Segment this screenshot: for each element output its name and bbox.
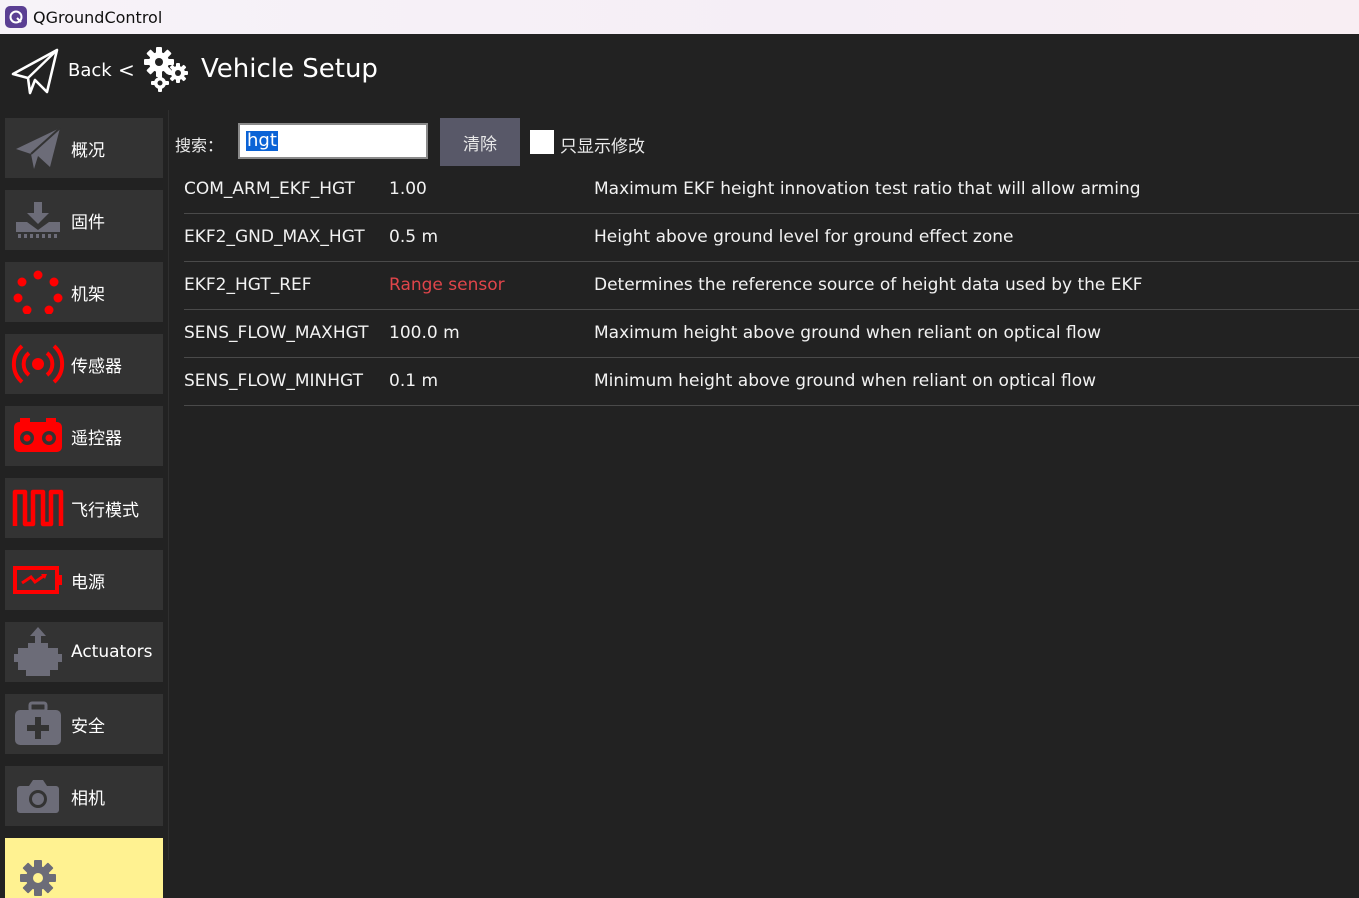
sidebar-item-parameters[interactable] <box>5 838 163 898</box>
param-value: Range sensor <box>389 275 505 295</box>
sidebar-item-power[interactable]: 电源 <box>5 550 163 610</box>
sensor-radio-icon <box>5 334 71 394</box>
param-name: EKF2_HGT_REF <box>184 275 312 295</box>
show-modified-label[interactable]: 只显示修改 <box>560 132 645 157</box>
param-name: SENS_FLOW_MINHGT <box>184 371 364 391</box>
camera-icon <box>5 766 71 826</box>
battery-icon <box>5 550 71 610</box>
gear-icon <box>5 838 71 898</box>
qgc-app-icon <box>5 6 27 28</box>
window-title: QGroundControl <box>33 7 163 27</box>
parameter-table: COM_ARM_EKF_HGT 1.00 Maximum EKF height … <box>184 166 1359 406</box>
sidebar-item-label: 概况 <box>71 140 105 161</box>
param-value: 1.00 <box>389 179 427 199</box>
breadcrumb-separator: < <box>118 58 135 82</box>
gears-icon <box>142 45 192 99</box>
param-description: Determines the reference source of heigh… <box>594 275 1143 295</box>
param-value: 0.1 m <box>389 371 438 391</box>
back-button[interactable]: Back <box>68 60 112 81</box>
table-row[interactable]: SENS_FLOW_MAXHGT 100.0 m Maximum height … <box>184 310 1359 358</box>
sidebar-item-label: 相机 <box>71 788 105 809</box>
param-name: COM_ARM_EKF_HGT <box>184 179 355 199</box>
sidebar-item-summary[interactable]: 概况 <box>5 118 163 178</box>
show-modified-checkbox[interactable] <box>530 130 554 154</box>
setup-sidebar: 概况 固件 机架 传感器 遥控器 飞行模式 电源 Actuators 安全 相机 <box>0 110 169 898</box>
airframe-dots-icon <box>5 262 71 322</box>
sidebar-item-label: 机架 <box>71 284 105 305</box>
param-value: 0.5 m <box>389 227 438 247</box>
sidebar-item-label: 电源 <box>71 572 105 593</box>
paper-plane-icon <box>5 118 71 178</box>
clear-button[interactable]: 清除 <box>440 118 520 166</box>
param-description: Minimum height above ground when reliant… <box>594 371 1097 391</box>
table-row[interactable]: EKF2_HGT_REF Range sensor Determines the… <box>184 262 1359 310</box>
table-row[interactable]: SENS_FLOW_MINHGT 0.1 m Minimum height ab… <box>184 358 1359 406</box>
download-icon <box>5 190 71 250</box>
sidebar-item-firmware[interactable]: 固件 <box>5 190 163 250</box>
sidebar-item-actuators[interactable]: Actuators <box>5 622 163 682</box>
paper-plane-icon[interactable] <box>10 47 60 101</box>
search-input-value[interactable]: hgt <box>246 131 278 151</box>
sidebar-item-flight-modes[interactable]: 飞行模式 <box>5 478 163 538</box>
sidebar-item-label: 安全 <box>71 716 105 737</box>
window-titlebar: QGroundControl <box>0 0 1359 34</box>
sidebar-item-radio[interactable]: 遥控器 <box>5 406 163 466</box>
first-aid-kit-icon <box>5 694 71 754</box>
sidebar-item-label: 飞行模式 <box>71 500 139 521</box>
param-description: Height above ground level for ground eff… <box>594 227 1014 247</box>
page-title: Vehicle Setup <box>201 54 378 84</box>
table-row[interactable]: COM_ARM_EKF_HGT 1.00 Maximum EKF height … <box>184 166 1359 214</box>
sidebar-item-label: 固件 <box>71 212 105 233</box>
sidebar-item-label: 遥控器 <box>71 428 122 449</box>
table-row[interactable]: EKF2_GND_MAX_HGT 0.5 m Height above grou… <box>184 214 1359 262</box>
sidebar-item-label: Actuators <box>71 642 153 662</box>
param-name: SENS_FLOW_MAXHGT <box>184 323 369 343</box>
sidebar-item-airframe[interactable]: 机架 <box>5 262 163 322</box>
search-label: 搜索： <box>175 136 224 155</box>
sidebar-item-sensors[interactable]: 传感器 <box>5 334 163 394</box>
remote-controller-icon <box>5 406 71 466</box>
sidebar-item-camera[interactable]: 相机 <box>5 766 163 826</box>
toolbar-header: Back < Vehicle Setup <box>0 34 1359 110</box>
flight-mode-wave-icon <box>5 478 71 538</box>
sidebar-item-safety[interactable]: 安全 <box>5 694 163 754</box>
param-description: Maximum EKF height innovation test ratio… <box>594 179 1141 199</box>
actuator-icon <box>5 622 71 682</box>
sidebar-item-label: 传感器 <box>71 356 122 377</box>
search-input[interactable]: hgt <box>238 123 428 159</box>
param-value: 100.0 m <box>389 323 460 343</box>
param-description: Maximum height above ground when reliant… <box>594 323 1102 343</box>
param-name: EKF2_GND_MAX_HGT <box>184 227 365 247</box>
